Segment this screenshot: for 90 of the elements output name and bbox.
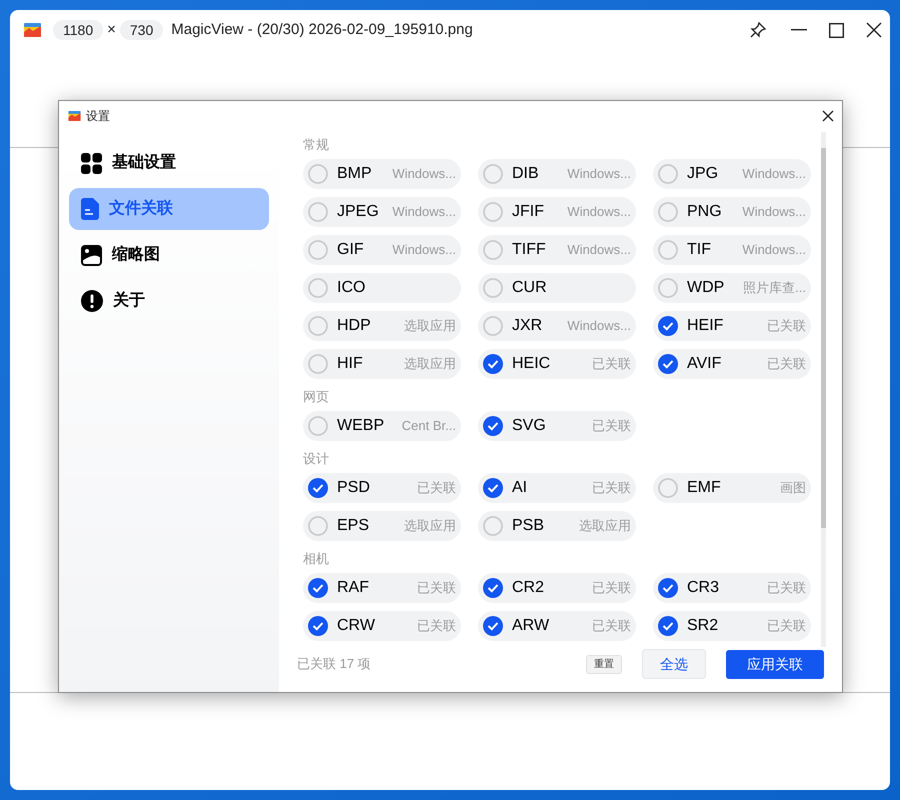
checkbox-unchecked[interactable] xyxy=(483,316,503,336)
select-all-button[interactable]: 全选 xyxy=(642,649,706,679)
file-type-option[interactable]: JXR Windows... xyxy=(478,311,636,341)
checkbox-unchecked[interactable] xyxy=(658,278,678,298)
checkbox-checked[interactable] xyxy=(483,616,503,636)
file-type-option[interactable]: WDP 照片库查... xyxy=(653,273,811,303)
checkbox-unchecked[interactable] xyxy=(483,240,503,260)
dialog-title: 设置 xyxy=(86,108,110,124)
grid-icon xyxy=(81,152,102,174)
file-type-option[interactable]: HDP 选取应用 xyxy=(303,311,461,341)
file-type-option[interactable]: TIF Windows... xyxy=(653,235,811,265)
file-type-option[interactable]: WEBP Cent Br... xyxy=(303,411,461,441)
file-type-option[interactable]: CUR xyxy=(478,273,636,303)
reset-button[interactable]: 重置 xyxy=(586,654,622,674)
file-type-option[interactable]: TIFF Windows... xyxy=(478,235,636,265)
file-type-option[interactable]: SR2 已关联 xyxy=(653,611,811,641)
file-type-option[interactable]: CR2 已关联 xyxy=(478,573,636,603)
file-type-option[interactable]: JFIF Windows... xyxy=(478,197,636,227)
file-type-option[interactable]: CRW 已关联 xyxy=(303,611,461,641)
checkbox-unchecked[interactable] xyxy=(658,202,678,222)
apply-button[interactable]: 应用关联 xyxy=(726,650,824,678)
checkbox-unchecked[interactable] xyxy=(308,354,328,374)
window-title: MagicView - (20/30) 2026-02-09_195910.png xyxy=(171,20,473,40)
file-type-option[interactable]: AI 已关联 xyxy=(478,473,636,503)
pin-icon[interactable] xyxy=(749,21,767,39)
checkbox-unchecked[interactable] xyxy=(308,202,328,222)
close-icon[interactable] xyxy=(866,22,882,38)
checkbox-unchecked[interactable] xyxy=(483,516,503,536)
sidebar-item[interactable]: 基础设置 xyxy=(69,142,269,184)
checkbox-checked[interactable] xyxy=(658,316,678,336)
checkbox-checked[interactable] xyxy=(483,416,503,436)
file-type-option[interactable]: EMF 画图 xyxy=(653,473,811,503)
file-type-option[interactable]: DIB Windows... xyxy=(478,159,636,189)
file-type-option[interactable]: PSB 选取应用 xyxy=(478,511,636,541)
section-label: 相机 xyxy=(303,550,330,568)
file-type-option[interactable]: PSD 已关联 xyxy=(303,473,461,503)
file-type-option[interactable]: RAF 已关联 xyxy=(303,573,461,603)
checkbox-unchecked[interactable] xyxy=(658,478,678,498)
file-type-option[interactable]: CR3 已关联 xyxy=(653,573,811,603)
image-icon xyxy=(81,244,102,266)
checkbox-unchecked[interactable] xyxy=(308,164,328,184)
file-type-option[interactable]: AVIF 已关联 xyxy=(653,349,811,379)
file-type-option[interactable]: ARW 已关联 xyxy=(478,611,636,641)
checkbox-checked[interactable] xyxy=(308,616,328,636)
checkbox-checked[interactable] xyxy=(658,616,678,636)
times-sign: × xyxy=(107,20,116,40)
section-label: 设计 xyxy=(303,450,330,468)
dialog-logo-icon xyxy=(68,110,81,120)
checkbox-checked[interactable] xyxy=(658,354,678,374)
checkbox-unchecked[interactable] xyxy=(308,316,328,336)
file-type-option[interactable]: HIF 选取应用 xyxy=(303,349,461,379)
file-type-option[interactable]: HEIC 已关联 xyxy=(478,349,636,379)
checkbox-unchecked[interactable] xyxy=(483,278,503,298)
app-logo-icon xyxy=(24,23,41,37)
checkbox-checked[interactable] xyxy=(483,478,503,498)
scrollbar-track[interactable] xyxy=(821,132,826,647)
checkbox-unchecked[interactable] xyxy=(308,416,328,436)
file-type-option[interactable]: EPS 选取应用 xyxy=(303,511,461,541)
file-type-option[interactable]: ICO xyxy=(303,273,461,303)
status-text: 已关联 17 项 xyxy=(297,655,371,674)
minimize-icon[interactable] xyxy=(791,29,807,31)
sidebar-item[interactable]: 关于 xyxy=(69,280,269,322)
file-type-option[interactable]: JPEG Windows... xyxy=(303,197,461,227)
file-type-option[interactable]: HEIF 已关联 xyxy=(653,311,811,341)
checkbox-unchecked[interactable] xyxy=(483,202,503,222)
maximize-icon[interactable] xyxy=(829,22,844,38)
checkbox-checked[interactable] xyxy=(308,578,328,598)
checkbox-unchecked[interactable] xyxy=(658,164,678,184)
alert-icon xyxy=(81,290,103,312)
checkbox-unchecked[interactable] xyxy=(308,278,328,298)
height-chip[interactable]: 730 xyxy=(120,20,164,40)
width-chip[interactable]: 1180 xyxy=(53,20,104,40)
section-label: 常规 xyxy=(303,136,330,154)
sidebar-item[interactable]: 缩略图 xyxy=(69,234,269,276)
checkbox-checked[interactable] xyxy=(658,578,678,598)
checkbox-checked[interactable] xyxy=(483,578,503,598)
checkbox-checked[interactable] xyxy=(308,478,328,498)
checkbox-unchecked[interactable] xyxy=(658,240,678,260)
checkbox-unchecked[interactable] xyxy=(308,240,328,260)
checkbox-checked[interactable] xyxy=(483,354,503,374)
file-type-option[interactable]: GIF Windows... xyxy=(303,235,461,265)
file-type-option[interactable]: BMP Windows... xyxy=(303,159,461,189)
close-icon[interactable] xyxy=(822,110,834,122)
checkbox-unchecked[interactable] xyxy=(483,164,503,184)
file-type-option[interactable]: JPG Windows... xyxy=(653,159,811,189)
section-label: 网页 xyxy=(303,388,330,406)
checkbox-unchecked[interactable] xyxy=(308,516,328,536)
file-type-option[interactable]: SVG 已关联 xyxy=(478,411,636,441)
document-icon xyxy=(81,198,99,220)
file-type-option[interactable]: PNG Windows... xyxy=(653,197,811,227)
